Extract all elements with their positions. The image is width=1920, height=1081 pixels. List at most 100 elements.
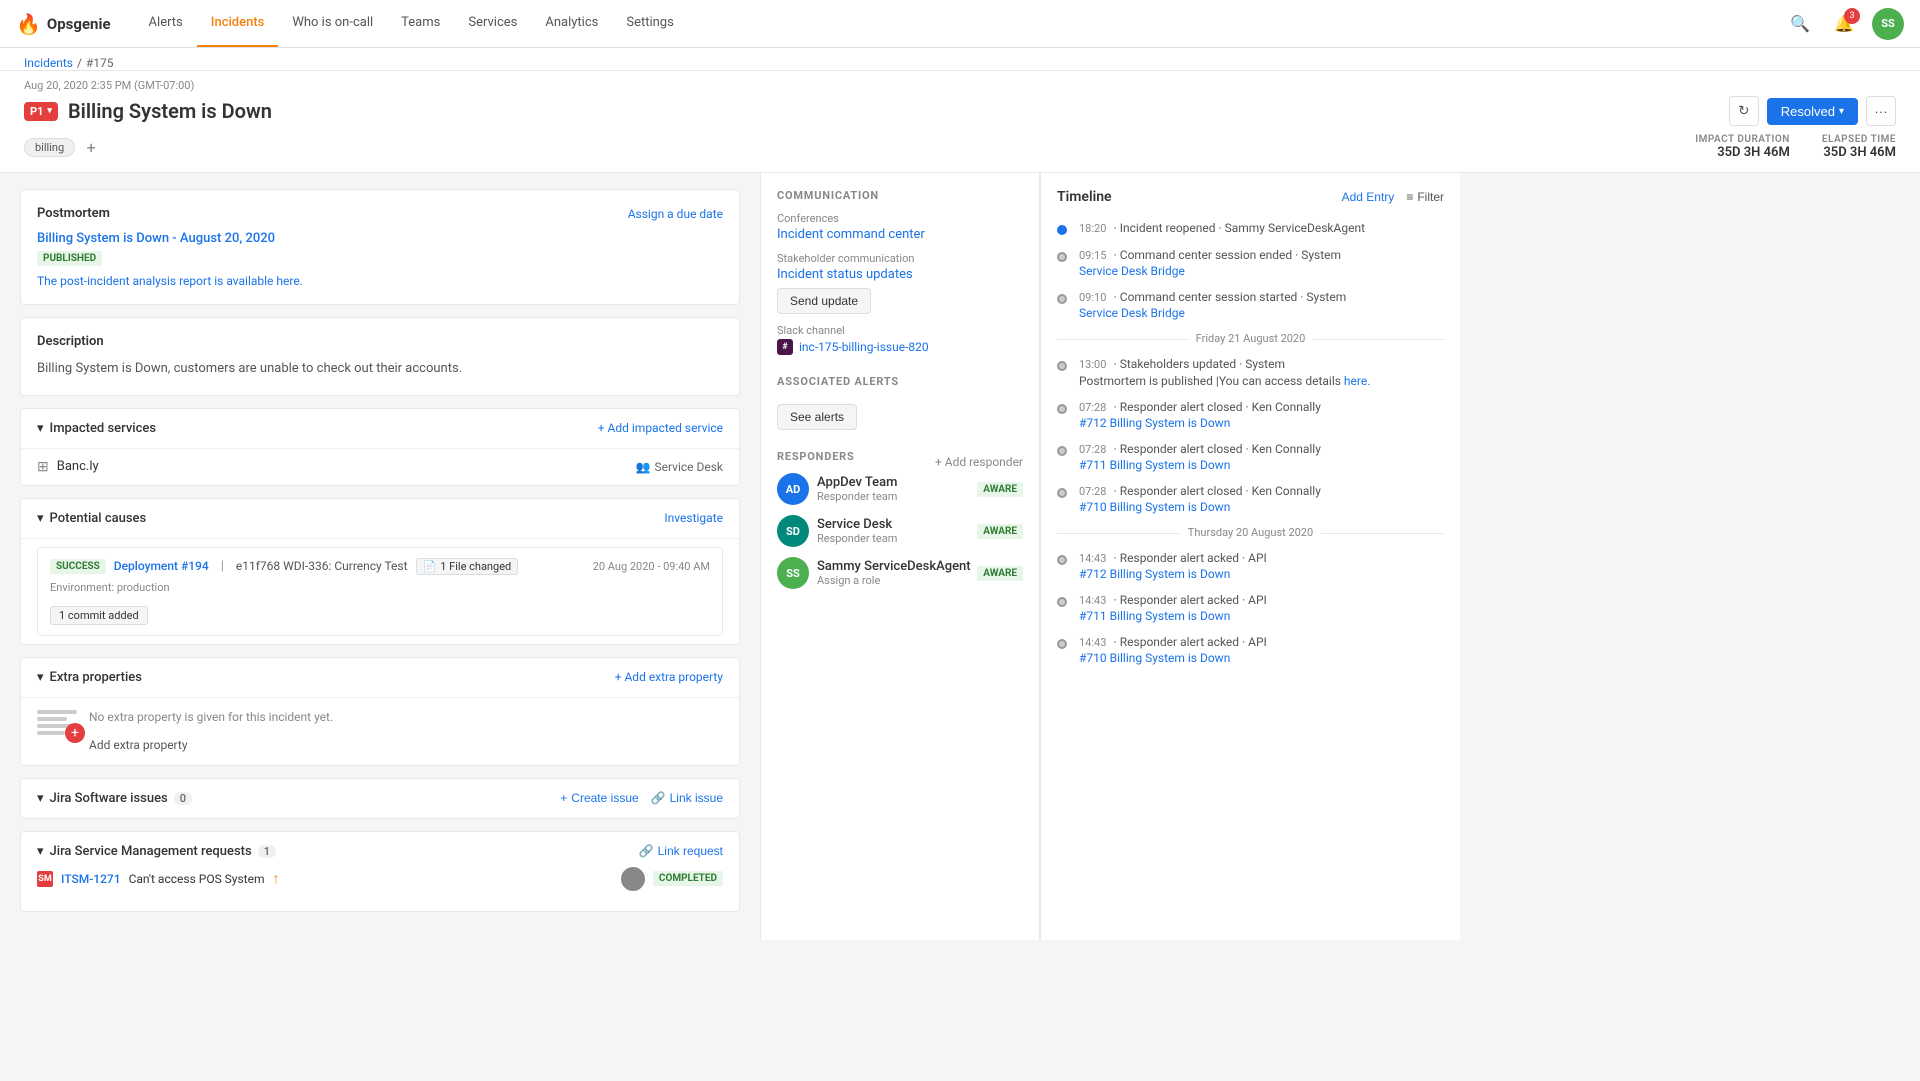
responder-info-2: SS Sammy ServiceDeskAgent Assign a role [777, 557, 971, 589]
billing-tag[interactable]: billing [24, 138, 75, 157]
nav-who-is-on-call[interactable]: Who is on-call [278, 0, 387, 47]
responder-avatar-0: AD [777, 473, 809, 505]
extra-properties-section: ▾ Extra properties + Add extra property … [20, 657, 740, 766]
more-options-button[interactable]: ··· [1866, 96, 1896, 126]
potential-causes-title: ▾ Potential causes [37, 511, 146, 526]
priority-badge[interactable]: P1 ▾ [24, 102, 58, 121]
nav-alerts[interactable]: Alerts [135, 0, 197, 47]
date-divider-fri: Friday 21 August 2020 [1057, 332, 1444, 345]
send-update-btn[interactable]: Send update [777, 288, 871, 314]
link-request-btn[interactable]: 🔗 Link request [639, 844, 723, 858]
postmortem-header: Postmortem Assign a due date [37, 206, 723, 221]
aware-badge-0: AWARE [977, 482, 1023, 497]
potential-causes-section: ▾ Potential causes Investigate SUCCESS D… [20, 498, 740, 645]
nav-right: 🔍 🔔 3 SS [1784, 8, 1904, 40]
line2 [37, 717, 67, 721]
slack-channel-link[interactable]: inc-175-billing-issue-820 [799, 340, 929, 354]
timeline-dot-3 [1057, 361, 1067, 371]
timeline-link-4[interactable]: #712 Billing System is Down [1079, 416, 1444, 430]
description-section: Description Billing System is Down, cust… [20, 317, 740, 396]
deployment-link[interactable]: Deployment #194 [114, 559, 209, 573]
collapse-icon: ▾ [37, 511, 44, 526]
assign-due-date-link[interactable]: Assign a due date [628, 207, 723, 221]
postmortem-report-title[interactable]: Billing System is Down - August 20, 2020 [37, 231, 723, 246]
timeline-link-8[interactable]: #711 Billing System is Down [1079, 609, 1444, 623]
user-avatar[interactable]: SS [1872, 8, 1904, 40]
nav-analytics[interactable]: Analytics [531, 0, 612, 47]
incident-tags: billing + [24, 137, 101, 157]
slack-icon: # [777, 339, 793, 355]
timeline-extra-link-3[interactable]: here. [1344, 374, 1370, 388]
slack-row: # inc-175-billing-issue-820 [777, 339, 1023, 355]
timeline-item-8: 14:43 · Responder alert acked · API #711… [1057, 593, 1444, 623]
responder-avatar-1: SD [777, 515, 809, 547]
extra-properties-header[interactable]: ▾ Extra properties + Add extra property [21, 658, 739, 698]
stakeholder-link[interactable]: Incident status updates [777, 267, 1023, 282]
add-impacted-service-btn[interactable]: + Add impacted service [598, 421, 723, 435]
extra-props-icon: + [37, 710, 77, 735]
timeline-link-7[interactable]: #712 Billing System is Down [1079, 567, 1444, 581]
extra-props-body: + No extra property is given for this in… [21, 698, 739, 765]
filter-icon: ≡ [1406, 190, 1413, 204]
timeline-link-2[interactable]: Service Desk Bridge [1079, 306, 1444, 320]
notification-bell-btn[interactable]: 🔔 3 [1828, 8, 1860, 40]
line1 [37, 710, 77, 714]
timeline-header: Timeline Add Entry ≡ Filter [1057, 189, 1444, 205]
responder-info-0: AD AppDev Team Responder team [777, 473, 897, 505]
responder-info-1: SD Service Desk Responder team [777, 515, 897, 547]
create-issue-btn[interactable]: + Create issue [560, 791, 638, 805]
see-alerts-btn[interactable]: See alerts [777, 404, 857, 430]
jira-service-actions: 🔗 Link request [639, 844, 723, 858]
jira-service-body: ▾ Jira Service Management requests 1 🔗 L… [21, 832, 739, 911]
resolved-button[interactable]: Resolved ▾ [1767, 98, 1858, 125]
timeline-link-6[interactable]: #710 Billing System is Down [1079, 500, 1444, 514]
priority-chevron-icon: ▾ [47, 106, 52, 116]
add-circle-icon[interactable]: + [65, 723, 85, 743]
cause-card: SUCCESS Deployment #194 | e11f768 WDI-33… [37, 547, 723, 636]
jira-key[interactable]: ITSM-1271 [61, 872, 121, 886]
nav-settings[interactable]: Settings [612, 0, 687, 47]
responders-header: RESPONDERS + Add responder [777, 450, 1023, 473]
search-icon-btn[interactable]: 🔍 [1784, 8, 1816, 40]
extra-properties-title: ▾ Extra properties [37, 670, 142, 685]
timeline-link-9[interactable]: #710 Billing System is Down [1079, 651, 1444, 665]
add-tag-button[interactable]: + [81, 137, 101, 157]
timeline-link-1[interactable]: Service Desk Bridge [1079, 264, 1444, 278]
timeline-desc-3: · Stakeholders updated · System [1114, 357, 1285, 371]
cause-date: 20 Aug 2020 - 09:40 AM [593, 560, 710, 573]
potential-causes-header[interactable]: ▾ Potential causes Investigate [21, 499, 739, 539]
nav-services[interactable]: Services [454, 0, 531, 47]
nav-incidents[interactable]: Incidents [197, 0, 279, 47]
timeline-actions: Add Entry ≡ Filter [1342, 190, 1444, 204]
service-icon: ⊞ [37, 459, 49, 475]
timeline-link-5[interactable]: #711 Billing System is Down [1079, 458, 1444, 472]
collapse-icon: ▾ [37, 421, 44, 436]
timeline-time-1: 09:15 [1079, 249, 1106, 262]
timeline-content-9: 14:43 · Responder alert acked · API #710… [1079, 635, 1444, 665]
add-extra-property-link[interactable]: Add extra property [89, 738, 188, 752]
description-text: Billing System is Down, customers are un… [37, 359, 723, 379]
conference-link[interactable]: Incident command center [777, 227, 1023, 242]
add-responder-btn[interactable]: + Add responder [935, 455, 1023, 469]
collapse-icon: ▾ [37, 670, 44, 685]
postmortem-report-link[interactable]: The post-incident analysis report is ava… [37, 274, 723, 288]
breadcrumb-incidents[interactable]: Incidents [24, 56, 73, 70]
filter-btn[interactable]: ≡ Filter [1406, 190, 1444, 204]
cause-description: e11f768 WDI-336: Currency Test [236, 559, 408, 573]
description-title: Description [37, 334, 104, 349]
add-entry-btn[interactable]: Add Entry [1342, 190, 1395, 204]
link-issue-btn[interactable]: 🔗 Link issue [651, 791, 723, 805]
responder-item-1: SD Service Desk Responder team AWARE [777, 515, 1023, 547]
investigate-btn[interactable]: Investigate [664, 511, 723, 525]
nav-teams[interactable]: Teams [387, 0, 454, 47]
add-extra-property-btn[interactable]: + Add extra property [615, 670, 723, 684]
timeline-desc-0: · Incident reopened · Sammy ServiceDeskA… [1114, 221, 1365, 235]
logo[interactable]: 🔥 Opsgenie [16, 12, 111, 36]
impacted-services-header[interactable]: ▾ Impacted services + Add impacted servi… [21, 409, 739, 449]
collapse-icon: ▾ [37, 844, 44, 859]
refresh-button[interactable]: ↻ [1729, 96, 1759, 126]
link-icon: 🔗 [639, 844, 654, 858]
breadcrumb-current: #175 [86, 56, 114, 70]
timeline-item-0: 18:20 · Incident reopened · Sammy Servic… [1057, 221, 1444, 236]
success-badge: SUCCESS [50, 559, 106, 574]
